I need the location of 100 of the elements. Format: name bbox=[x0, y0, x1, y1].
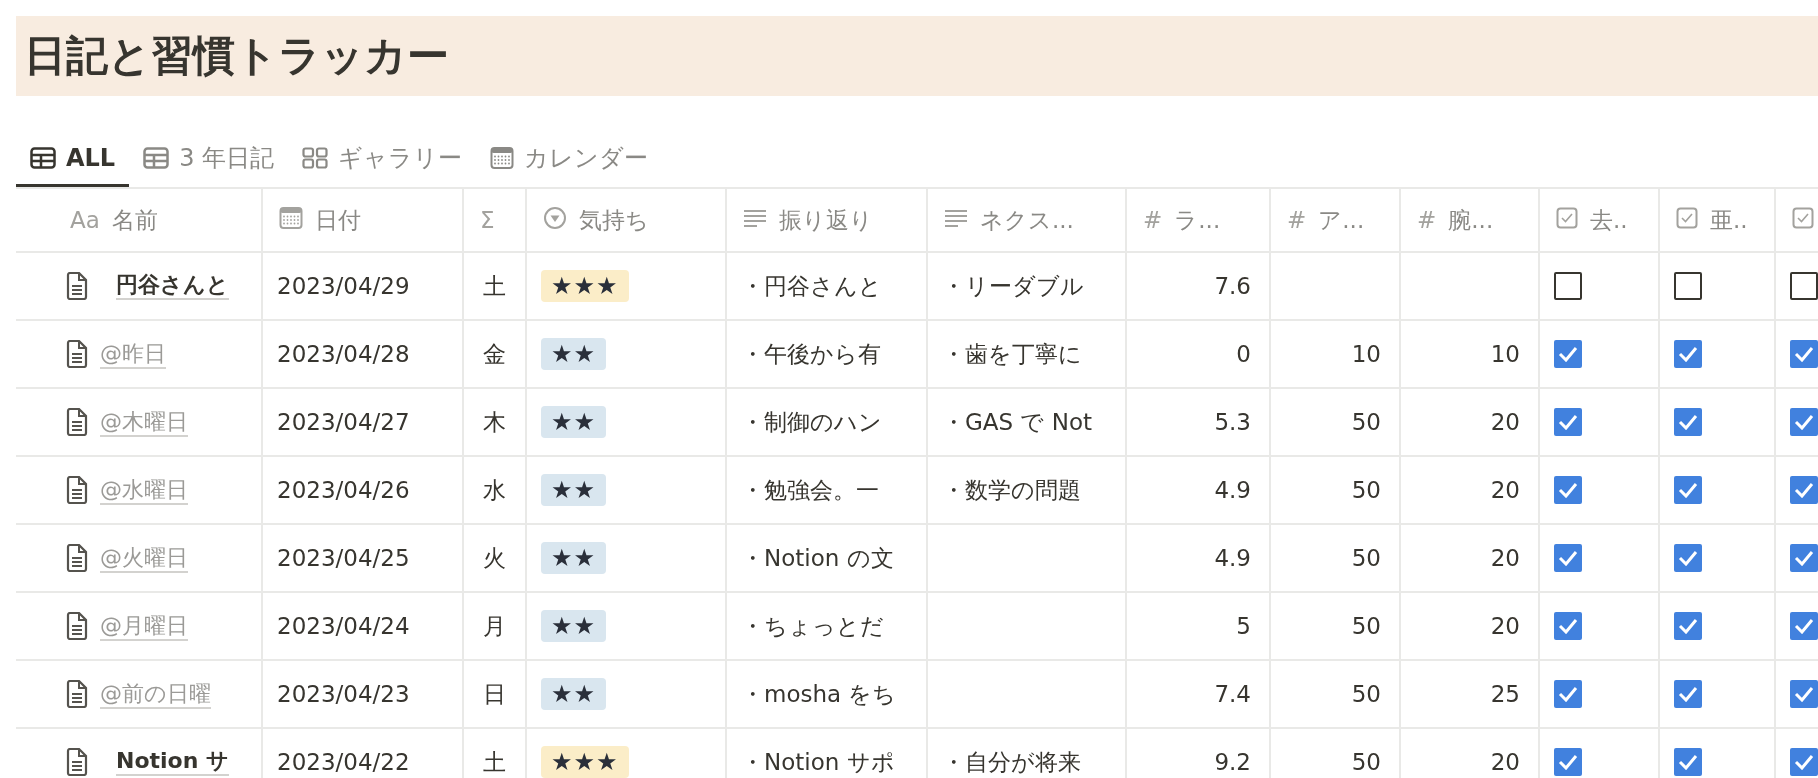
checkmark-icon bbox=[1794, 754, 1814, 770]
date-cell: 2023/04/22 bbox=[263, 729, 464, 778]
mood-tag: ★★ bbox=[541, 610, 607, 642]
checkbox[interactable] bbox=[1674, 748, 1702, 776]
view-tab[interactable]: カレンダー bbox=[476, 132, 663, 187]
checkbox[interactable] bbox=[1554, 544, 1582, 572]
weekday-cell: 木 bbox=[464, 389, 527, 457]
date-cell: 2023/04/23 bbox=[263, 661, 464, 729]
checkbox[interactable] bbox=[1790, 748, 1818, 776]
text-cell: ・GAS で Not bbox=[928, 389, 1127, 457]
checkbox[interactable] bbox=[1674, 408, 1702, 436]
view-tab[interactable]: ギャラリー bbox=[288, 132, 477, 187]
name-cell[interactable]: Notion サ bbox=[16, 729, 263, 778]
column-header[interactable]: Aa 名前 bbox=[16, 189, 263, 253]
checkmark-icon bbox=[1558, 754, 1578, 770]
column-header[interactable]: 気持ち bbox=[527, 189, 727, 253]
date-cell: 2023/04/29 bbox=[263, 253, 464, 321]
weekday-cell: 火 bbox=[464, 525, 527, 593]
checkbox[interactable] bbox=[1554, 476, 1582, 504]
checkmark-icon bbox=[1794, 482, 1814, 498]
text-lines-icon bbox=[944, 208, 968, 228]
column-header[interactable]: 去.. bbox=[1540, 189, 1660, 253]
number-cell: 20 bbox=[1401, 593, 1540, 661]
mood-tag: ★★ bbox=[541, 542, 607, 574]
mood-tag: ★★★ bbox=[541, 270, 629, 302]
column-header[interactable]: 日付 bbox=[263, 189, 464, 253]
column-header[interactable]: 亜.. bbox=[1660, 189, 1776, 253]
date-cell: 2023/04/28 bbox=[263, 321, 464, 389]
weekday-cell: 水 bbox=[464, 457, 527, 525]
number-cell: 20 bbox=[1401, 389, 1540, 457]
number-cell: 10 bbox=[1271, 321, 1401, 389]
text-cell: ・mosha をち bbox=[727, 661, 928, 729]
gallery-icon bbox=[302, 147, 329, 169]
number-cell: 50 bbox=[1271, 593, 1401, 661]
number-cell: 4.9 bbox=[1127, 457, 1271, 525]
checkmark-icon bbox=[1678, 346, 1698, 362]
checkbox[interactable] bbox=[1674, 272, 1702, 300]
weekday-cell: 日 bbox=[464, 661, 527, 729]
text-cell: ・数学の問題 bbox=[928, 457, 1127, 525]
checkmark-icon bbox=[1678, 414, 1698, 430]
text-cell: ・ちょっとだ bbox=[727, 593, 928, 661]
column-header[interactable]: # ア... bbox=[1271, 189, 1401, 253]
name-cell[interactable]: @木曜日 bbox=[16, 389, 263, 457]
name-cell[interactable]: 円谷さんと bbox=[16, 253, 263, 321]
document-icon bbox=[66, 272, 88, 300]
checkbox[interactable] bbox=[1554, 272, 1582, 300]
number-cell: 25 bbox=[1401, 661, 1540, 729]
name-cell[interactable]: @前の日曜 bbox=[16, 661, 263, 729]
checkbox[interactable] bbox=[1790, 476, 1818, 504]
checkbox[interactable] bbox=[1554, 340, 1582, 368]
document-icon bbox=[66, 680, 88, 708]
name-cell[interactable]: @火曜日 bbox=[16, 525, 263, 593]
number-cell: 5.3 bbox=[1127, 389, 1271, 457]
checkmark-icon bbox=[1558, 414, 1578, 430]
number-cell: 20 bbox=[1401, 457, 1540, 525]
checkbox[interactable] bbox=[1790, 680, 1818, 708]
checkbox[interactable] bbox=[1790, 340, 1818, 368]
checkmark-icon bbox=[1794, 550, 1814, 566]
checkbox[interactable] bbox=[1674, 544, 1702, 572]
name-cell[interactable]: @月曜日 bbox=[16, 593, 263, 661]
checkmark-icon bbox=[1678, 618, 1698, 634]
number-cell: 50 bbox=[1271, 389, 1401, 457]
checkbox[interactable] bbox=[1674, 340, 1702, 368]
checkmark-icon bbox=[1794, 414, 1814, 430]
checkmark-icon bbox=[1558, 618, 1578, 634]
checkbox[interactable] bbox=[1554, 748, 1582, 776]
number-cell: 20 bbox=[1401, 729, 1540, 778]
checkbox[interactable] bbox=[1674, 476, 1702, 504]
column-header[interactable]: Σ bbox=[464, 189, 527, 253]
text-cell: ・自分が将来 bbox=[928, 729, 1127, 778]
number-cell: 10 bbox=[1401, 321, 1540, 389]
checkbox[interactable] bbox=[1554, 612, 1582, 640]
document-icon bbox=[66, 544, 88, 572]
view-tab[interactable]: ALL bbox=[16, 132, 130, 187]
number-cell: 20 bbox=[1401, 525, 1540, 593]
checkbox[interactable] bbox=[1790, 272, 1818, 300]
checkbox[interactable] bbox=[1674, 612, 1702, 640]
checkbox[interactable] bbox=[1790, 544, 1818, 572]
checkbox[interactable] bbox=[1790, 408, 1818, 436]
column-header[interactable]: 振り返り bbox=[727, 189, 928, 253]
column-header[interactable]: # ラ... bbox=[1127, 189, 1271, 253]
date-cell: 2023/04/25 bbox=[263, 525, 464, 593]
text-cell: ・円谷さんと bbox=[727, 253, 928, 321]
document-icon bbox=[66, 748, 88, 776]
checkbox[interactable] bbox=[1554, 408, 1582, 436]
checkbox[interactable] bbox=[1790, 612, 1818, 640]
checkbox[interactable] bbox=[1554, 680, 1582, 708]
document-icon bbox=[66, 340, 88, 368]
table-icon bbox=[30, 147, 56, 169]
name-cell[interactable]: @昨日 bbox=[16, 321, 263, 389]
view-tab[interactable]: 3 年日記 bbox=[129, 132, 289, 187]
name-cell[interactable]: @水曜日 bbox=[16, 457, 263, 525]
column-header[interactable]: ネクス... bbox=[928, 189, 1127, 253]
number-cell: 50 bbox=[1271, 729, 1401, 778]
mood-tag: ★★ bbox=[541, 474, 607, 506]
column-header[interactable]: # 腕... bbox=[1401, 189, 1540, 253]
document-icon bbox=[66, 476, 88, 504]
mood-tag: ★★★ bbox=[541, 746, 629, 778]
checkbox[interactable] bbox=[1674, 680, 1702, 708]
calendar-icon bbox=[490, 146, 515, 170]
